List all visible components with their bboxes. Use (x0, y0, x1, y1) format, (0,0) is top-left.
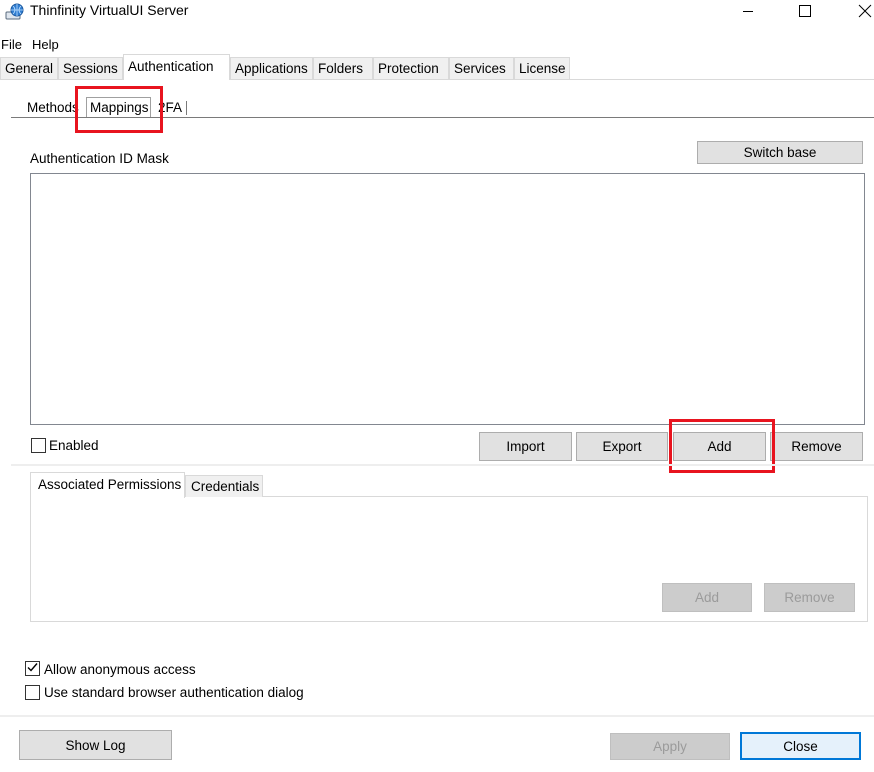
close-button[interactable]: Close (740, 732, 861, 760)
tab-general[interactable]: General (0, 57, 58, 79)
tab-folders[interactable]: Folders (313, 57, 373, 79)
server-globe-icon (5, 3, 27, 21)
check-icon (26, 661, 39, 677)
highlight-mappings-tab (75, 86, 163, 133)
enabled-checkbox[interactable] (31, 438, 46, 453)
minimize-button[interactable] (725, 0, 771, 24)
tab-authentication[interactable]: Authentication (123, 54, 230, 80)
menu-file[interactable]: File (1, 37, 22, 52)
export-button[interactable]: Export (576, 432, 668, 461)
allow-anonymous-label: Allow anonymous access (44, 662, 196, 677)
switch-base-button[interactable]: Switch base (697, 141, 863, 164)
show-log-button[interactable]: Show Log (19, 730, 172, 760)
tab-credentials[interactable]: Credentials (185, 475, 263, 497)
tab-associated-permissions[interactable]: Associated Permissions (30, 472, 185, 498)
tab-protection[interactable]: Protection (373, 57, 449, 79)
maximize-button[interactable] (782, 0, 828, 24)
standard-dialog-checkbox[interactable] (25, 685, 40, 700)
menu-help[interactable]: Help (32, 37, 59, 52)
remove-mapping-button[interactable]: Remove (770, 432, 863, 461)
subtab-methods[interactable]: Methods (24, 99, 82, 118)
maximize-icon (799, 4, 811, 20)
import-button[interactable]: Import (479, 432, 572, 461)
tab-sessions[interactable]: Sessions (58, 57, 123, 79)
allow-anonymous-checkbox[interactable] (25, 661, 40, 676)
window-title: Thinfinity VirtualUI Server (30, 2, 189, 18)
auth-id-mask-list[interactable] (30, 173, 865, 425)
section-divider (11, 464, 874, 466)
footer-divider (0, 715, 874, 717)
apply-button[interactable]: Apply (610, 733, 730, 760)
close-window-button[interactable] (842, 0, 874, 24)
add-permission-button[interactable]: Add (662, 583, 752, 612)
minimize-icon (742, 5, 754, 20)
remove-permission-button[interactable]: Remove (764, 583, 855, 612)
tab-applications[interactable]: Applications (230, 57, 313, 79)
auth-id-mask-label: Authentication ID Mask (30, 151, 169, 166)
tab-services[interactable]: Services (449, 57, 514, 79)
standard-dialog-label: Use standard browser authentication dial… (44, 685, 304, 700)
close-icon (858, 4, 872, 21)
title-bar: Thinfinity VirtualUI Server (0, 0, 874, 26)
tab-license[interactable]: License (514, 57, 570, 79)
enabled-label: Enabled (49, 438, 99, 453)
subtab-separator (186, 101, 187, 115)
